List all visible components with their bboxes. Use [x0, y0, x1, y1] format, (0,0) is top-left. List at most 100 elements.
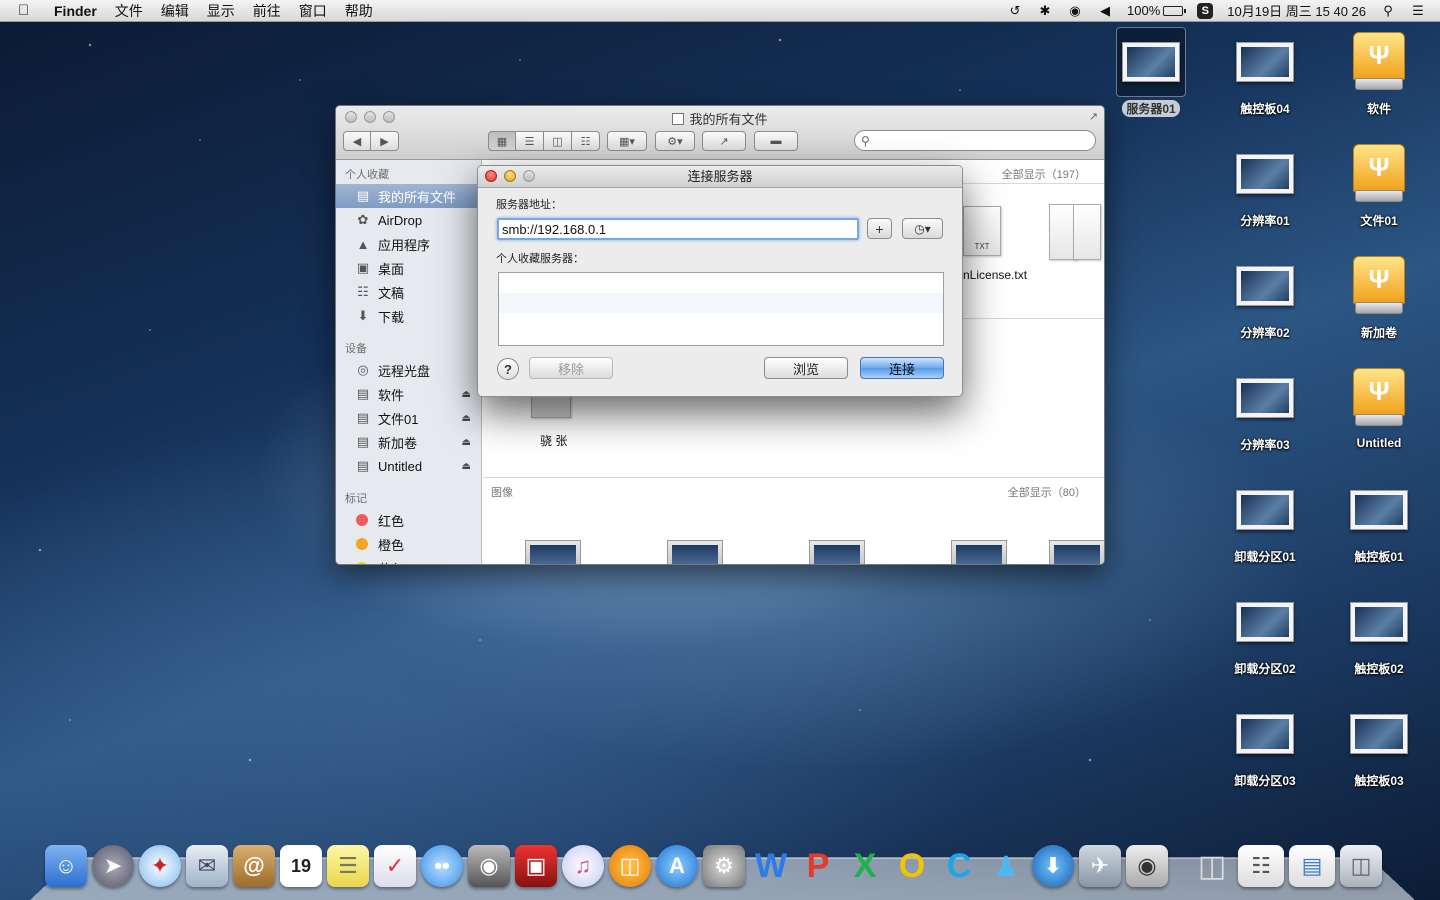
desktop-icon-resolution02[interactable]: 分辨率02 — [1215, 251, 1315, 341]
apple-menu-icon[interactable]:  — [18, 2, 40, 19]
download-globe-dock-icon[interactable]: ⬇ — [1032, 845, 1074, 887]
dialog-close-button[interactable] — [485, 170, 497, 182]
image-capture-dock-icon[interactable]: ◉ — [1126, 845, 1168, 887]
action-gear-button[interactable]: ⚙▾ — [655, 131, 695, 151]
list-item[interactable] — [499, 313, 943, 333]
sidebar-tag-orange[interactable]: 橙色 — [336, 532, 481, 556]
battery-indicator[interactable]: 100% — [1127, 3, 1187, 18]
finder-titlebar[interactable]: 我的所有文件 ↗ ◀ ▶ ▦ ☰ ◫ ☷ ▦▾ ⚙▾ ↗ ▬ ⚲ — [336, 106, 1104, 160]
desktop-icon-untitled-drive[interactable]: Ψ Untitled — [1329, 363, 1429, 450]
desktop-icon-files01-drive[interactable]: Ψ 文件01 — [1329, 139, 1429, 229]
dialog-minimize-button[interactable] — [504, 170, 516, 182]
ibooks-dock-icon[interactable]: ◫ — [609, 845, 651, 887]
sidebar-item-all-my-files[interactable]: ▤ 我的所有文件 — [336, 184, 481, 208]
desktop-icon-server01[interactable]: 服务器01 — [1101, 27, 1201, 117]
image-thumbnail[interactable] — [951, 540, 1007, 564]
desktop-icon-unmount01[interactable]: 卸载分区01 — [1215, 475, 1315, 565]
network-satellite-dock-icon[interactable]: ✈ — [1079, 845, 1121, 887]
finder-search-field[interactable]: ⚲ — [854, 130, 1096, 151]
menu-go[interactable]: 前往 — [253, 1, 281, 21]
menu-app-finder[interactable]: Finder — [54, 3, 97, 19]
desktop-icon-unmount02[interactable]: 卸载分区02 — [1215, 587, 1315, 677]
sidebar-item-new-volume[interactable]: ▤ 新加卷 ⏏ — [336, 430, 481, 454]
reminders-dock-icon[interactable]: ✓ — [374, 845, 416, 887]
icon-view-button[interactable]: ▦ — [488, 131, 516, 151]
sidebar-tag-yellow[interactable]: 黄色 — [336, 556, 481, 564]
volume-icon[interactable]: ◀ — [1097, 3, 1113, 19]
list-item[interactable] — [499, 273, 943, 293]
eject-icon[interactable]: ⏏ — [462, 437, 471, 448]
messages-dock-icon[interactable]: •• — [421, 845, 463, 887]
mail-dock-icon[interactable]: ✉ — [186, 845, 228, 887]
desktop-icon-touchpad03[interactable]: 触控板03 — [1329, 699, 1429, 789]
dialog-zoom-button[interactable] — [523, 170, 535, 182]
contacts-dock-icon[interactable]: @ — [233, 845, 275, 887]
share-button[interactable]: ↗ — [702, 131, 746, 151]
menu-edit[interactable]: 编辑 — [161, 1, 189, 21]
image-thumbnail-stack[interactable] — [1049, 540, 1104, 564]
txt-file-stack-icon-2[interactable] — [1073, 204, 1101, 260]
notification-center-icon[interactable]: ☰ — [1410, 3, 1426, 19]
desktop-icon-resolution03[interactable]: 分辨率03 — [1215, 363, 1315, 453]
image-thumbnail[interactable] — [667, 540, 723, 564]
notes-dock-icon[interactable]: ☰ — [327, 845, 369, 887]
spotlight-search-icon[interactable]: ⚲ — [1380, 3, 1396, 19]
file-name-license[interactable]: nLicense.txt — [963, 268, 1027, 282]
connect-button[interactable]: 连接 — [860, 357, 944, 379]
bluetooth-icon[interactable]: ✱ — [1037, 3, 1053, 19]
add-favorite-button[interactable]: + — [867, 218, 892, 239]
wps-spreadsheet-dock-icon[interactable]: X — [844, 845, 886, 887]
menu-help[interactable]: 帮助 — [345, 1, 373, 21]
list-item[interactable] — [499, 293, 943, 313]
wps-presentation-dock-icon[interactable]: P — [797, 845, 839, 887]
sidebar-item-documents[interactable]: ☷ 文稿 — [336, 280, 481, 304]
office-c-dock-icon[interactable]: C — [938, 845, 980, 887]
dialog-titlebar[interactable]: 连接服务器 — [478, 166, 962, 188]
forward-button[interactable]: ▶ — [371, 131, 399, 151]
photo-booth-dock-icon[interactable]: ▣ — [515, 845, 557, 887]
sidebar-item-files01[interactable]: ▤ 文件01 ⏏ — [336, 406, 481, 430]
favorite-servers-list[interactable] — [498, 272, 944, 346]
downloads-stack-dock-icon[interactable]: ▤ — [1289, 845, 1335, 887]
screenshot-stack-dock-icon[interactable]: ☷ — [1238, 845, 1284, 887]
list-view-button[interactable]: ☰ — [516, 131, 544, 151]
menu-file[interactable]: 文件 — [115, 1, 143, 21]
documents-show-all-link[interactable]: 全部显示（197） — [1002, 166, 1086, 182]
sidebar-item-applications[interactable]: ▲ 应用程序 — [336, 232, 481, 256]
sidebar-tag-red[interactable]: 红色 — [336, 508, 481, 532]
time-machine-icon[interactable]: ↺ — [1007, 3, 1023, 19]
desktop-icon-unmount03[interactable]: 卸载分区03 — [1215, 699, 1315, 789]
facetime-dock-icon[interactable]: ◉ — [468, 845, 510, 887]
server-address-input[interactable] — [497, 218, 859, 240]
column-view-button[interactable]: ◫ — [544, 131, 572, 151]
arrange-button[interactable]: ▦▾ — [607, 131, 647, 151]
image-thumbnail[interactable] — [525, 540, 581, 564]
system-preferences-dock-icon[interactable]: ⚙ — [703, 845, 745, 887]
s-app-icon[interactable]: S — [1197, 2, 1214, 19]
sidebar-item-downloads[interactable]: ⬇ 下载 — [336, 304, 481, 328]
eject-icon[interactable]: ⏏ — [462, 461, 471, 472]
recent-servers-button[interactable]: ◷▾ — [902, 218, 943, 239]
coverflow-view-button[interactable]: ☷ — [572, 131, 600, 151]
office-o-dock-icon[interactable]: O — [891, 845, 933, 887]
image-thumbnail[interactable] — [809, 540, 865, 564]
itunes-dock-icon[interactable]: ♫ — [562, 845, 604, 887]
desktop-icon-touchpad02[interactable]: 触控板02 — [1329, 587, 1429, 677]
safari-dock-icon[interactable]: ✦ — [139, 845, 181, 887]
tags-button[interactable]: ▬ — [754, 131, 798, 151]
wifi-icon[interactable]: ◉ — [1067, 3, 1083, 19]
app-store-dock-icon[interactable]: A — [656, 845, 698, 887]
desktop-icon-touchpad01[interactable]: 触控板01 — [1329, 475, 1429, 565]
trash-dock-icon[interactable]: ◫ — [1340, 845, 1382, 887]
launchpad-dock-icon[interactable]: ➤ — [92, 845, 134, 887]
finder-dock-icon[interactable]: ☺ — [45, 845, 87, 887]
desktop-icon-resolution01[interactable]: 分辨率01 — [1215, 139, 1315, 229]
sidebar-item-remote-disc[interactable]: ◎ 远程光盘 — [336, 358, 481, 382]
menubar-clock[interactable]: 10月19日 周三 15 40 26 — [1227, 1, 1366, 20]
desktop-icon-new-volume-drive[interactable]: Ψ 新加卷 — [1329, 251, 1429, 341]
sidebar-item-untitled[interactable]: ▤ Untitled ⏏ — [336, 454, 481, 478]
calendar-dock-icon[interactable]: 19 — [280, 845, 322, 887]
fullscreen-icon[interactable]: ↗ — [1089, 110, 1098, 123]
desktop-icon-touchpad04[interactable]: 触控板04 — [1215, 27, 1315, 117]
help-button[interactable]: ? — [497, 358, 519, 380]
